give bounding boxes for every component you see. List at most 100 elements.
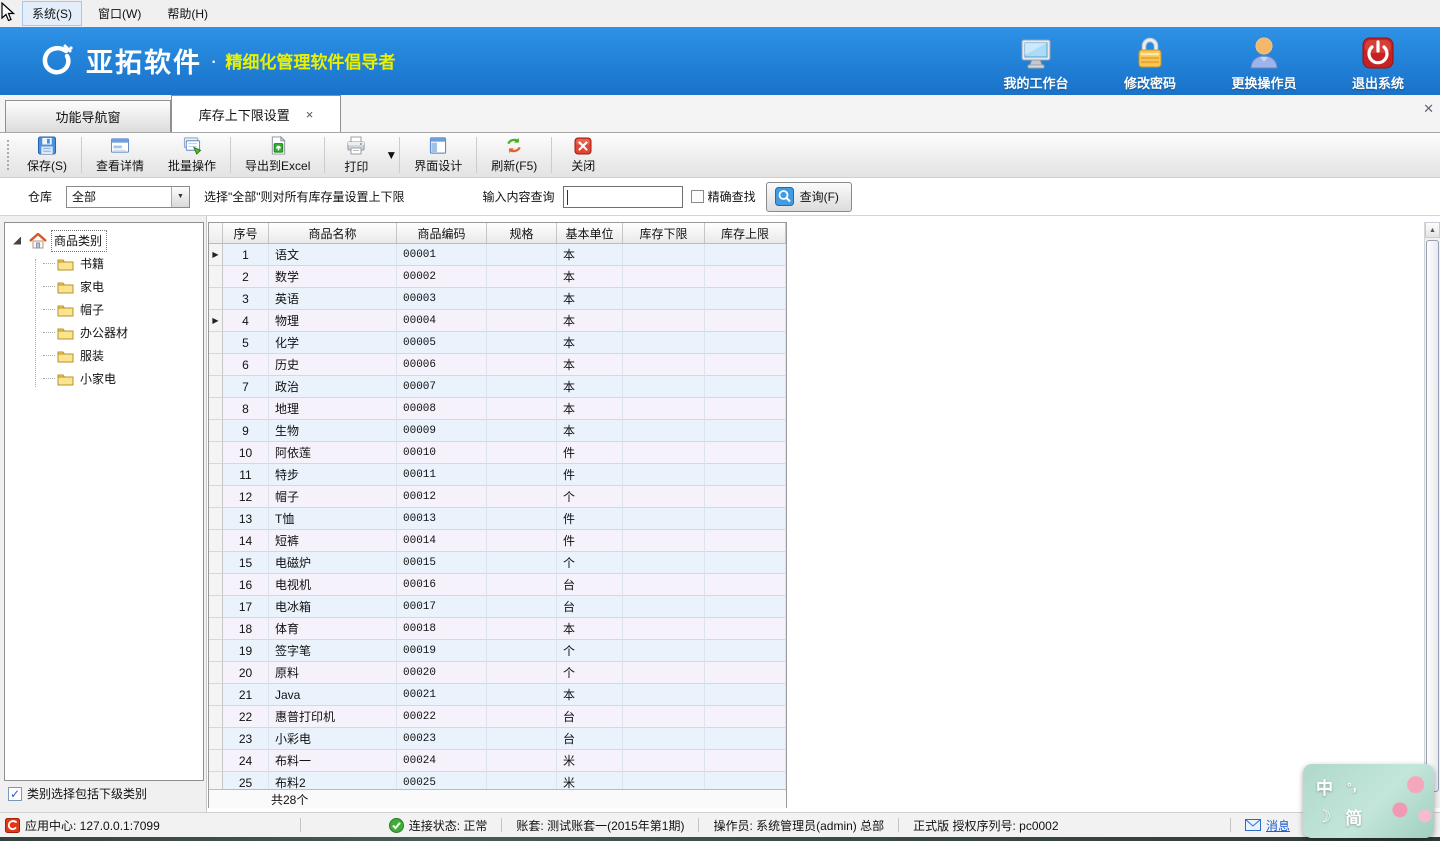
- cell-name[interactable]: 生物: [269, 420, 397, 442]
- cell-code[interactable]: 00009: [397, 420, 487, 442]
- cell-seq[interactable]: 17: [223, 596, 269, 618]
- cell-min[interactable]: [623, 530, 705, 552]
- menu-system[interactable]: 系统(S): [22, 1, 82, 26]
- table-row[interactable]: 13T恤00013件: [209, 508, 786, 530]
- cell-min[interactable]: [623, 376, 705, 398]
- cell-min[interactable]: [623, 728, 705, 750]
- cell-code[interactable]: 00016: [397, 574, 487, 596]
- cell-max[interactable]: [705, 772, 786, 789]
- exit-system-button[interactable]: 退出系统: [1334, 35, 1422, 92]
- cell-min[interactable]: [623, 618, 705, 640]
- cell-spec[interactable]: [487, 266, 557, 288]
- cell-max[interactable]: [705, 618, 786, 640]
- cell-min[interactable]: [623, 684, 705, 706]
- cell-unit[interactable]: 米: [557, 750, 623, 772]
- cell-seq[interactable]: 8: [223, 398, 269, 420]
- table-row[interactable]: 10阿依莲00010件: [209, 442, 786, 464]
- cell-max[interactable]: [705, 244, 786, 266]
- cell-min[interactable]: [623, 706, 705, 728]
- table-row[interactable]: 23小彩电00023台: [209, 728, 786, 750]
- cell-seq[interactable]: 6: [223, 354, 269, 376]
- table-row[interactable]: 12帽子00012个: [209, 486, 786, 508]
- cell-max[interactable]: [705, 288, 786, 310]
- scrollbar-thumb[interactable]: [1426, 240, 1439, 792]
- cell-name[interactable]: 地理: [269, 398, 397, 420]
- cell-code[interactable]: 00015: [397, 552, 487, 574]
- cell-unit[interactable]: 台: [557, 728, 623, 750]
- cell-max[interactable]: [705, 706, 786, 728]
- cell-max[interactable]: [705, 596, 786, 618]
- cell-unit[interactable]: 本: [557, 420, 623, 442]
- col-header-code[interactable]: 商品编码: [397, 223, 487, 243]
- save-button[interactable]: 保存(S): [15, 133, 79, 177]
- cell-min[interactable]: [623, 662, 705, 684]
- table-row[interactable]: ▶1语文00001本: [209, 244, 786, 266]
- cell-min[interactable]: [623, 596, 705, 618]
- cell-seq[interactable]: 19: [223, 640, 269, 662]
- cell-name[interactable]: 电冰箱: [269, 596, 397, 618]
- cell-name[interactable]: 政治: [269, 376, 397, 398]
- cell-name[interactable]: 原料: [269, 662, 397, 684]
- cell-seq[interactable]: 1: [223, 244, 269, 266]
- col-header-spec[interactable]: 规格: [487, 223, 557, 243]
- cell-max[interactable]: [705, 420, 786, 442]
- cell-name[interactable]: 短裤: [269, 530, 397, 552]
- cell-min[interactable]: [623, 552, 705, 574]
- table-row[interactable]: 22惠普打印机00022台: [209, 706, 786, 728]
- cell-min[interactable]: [623, 288, 705, 310]
- cell-code[interactable]: 00018: [397, 618, 487, 640]
- table-row[interactable]: 20原料00020个: [209, 662, 786, 684]
- table-row[interactable]: 17电冰箱00017台: [209, 596, 786, 618]
- cell-code[interactable]: 00003: [397, 288, 487, 310]
- cell-max[interactable]: [705, 530, 786, 552]
- table-row[interactable]: 14短裤00014件: [209, 530, 786, 552]
- search-input[interactable]: [563, 186, 683, 208]
- cell-max[interactable]: [705, 640, 786, 662]
- tabstrip-close-icon[interactable]: ✕: [1423, 101, 1434, 117]
- table-row[interactable]: 21Java00021本: [209, 684, 786, 706]
- cell-spec[interactable]: [487, 552, 557, 574]
- cell-seq[interactable]: 11: [223, 464, 269, 486]
- cell-unit[interactable]: 米: [557, 772, 623, 789]
- table-row[interactable]: ▶4物理00004本: [209, 310, 786, 332]
- cell-unit[interactable]: 件: [557, 464, 623, 486]
- cell-code[interactable]: 00005: [397, 332, 487, 354]
- cell-spec[interactable]: [487, 332, 557, 354]
- toolbar-grip[interactable]: [6, 139, 11, 171]
- cell-unit[interactable]: 台: [557, 706, 623, 728]
- cell-spec[interactable]: [487, 684, 557, 706]
- col-header-name[interactable]: 商品名称: [269, 223, 397, 243]
- menu-help[interactable]: 帮助(H): [157, 1, 218, 26]
- cell-code[interactable]: 00007: [397, 376, 487, 398]
- cell-code[interactable]: 00024: [397, 750, 487, 772]
- cell-name[interactable]: 特步: [269, 464, 397, 486]
- cell-min[interactable]: [623, 486, 705, 508]
- table-row[interactable]: 11特步00011件: [209, 464, 786, 486]
- include-subcategory-checkbox[interactable]: ✓: [8, 787, 22, 801]
- table-row[interactable]: 24布料一00024米: [209, 750, 786, 772]
- cell-unit[interactable]: 件: [557, 442, 623, 464]
- cell-code[interactable]: 00012: [397, 486, 487, 508]
- cell-max[interactable]: [705, 684, 786, 706]
- cell-code[interactable]: 00013: [397, 508, 487, 530]
- table-row[interactable]: 19签字笔00019个: [209, 640, 786, 662]
- warehouse-dropdown-icon[interactable]: ▼: [171, 187, 189, 207]
- cell-name[interactable]: 电视机: [269, 574, 397, 596]
- cell-spec[interactable]: [487, 442, 557, 464]
- cell-max[interactable]: [705, 486, 786, 508]
- cell-max[interactable]: [705, 376, 786, 398]
- cell-max[interactable]: [705, 398, 786, 420]
- cell-max[interactable]: [705, 442, 786, 464]
- cell-name[interactable]: 英语: [269, 288, 397, 310]
- cell-code[interactable]: 00006: [397, 354, 487, 376]
- cell-spec[interactable]: [487, 640, 557, 662]
- cell-name[interactable]: 数学: [269, 266, 397, 288]
- cell-unit[interactable]: 件: [557, 508, 623, 530]
- cell-min[interactable]: [623, 640, 705, 662]
- cell-max[interactable]: [705, 552, 786, 574]
- cell-seq[interactable]: 18: [223, 618, 269, 640]
- cell-max[interactable]: [705, 508, 786, 530]
- cell-unit[interactable]: 本: [557, 354, 623, 376]
- exact-match-checkbox[interactable]: [691, 190, 704, 203]
- cell-unit[interactable]: 本: [557, 376, 623, 398]
